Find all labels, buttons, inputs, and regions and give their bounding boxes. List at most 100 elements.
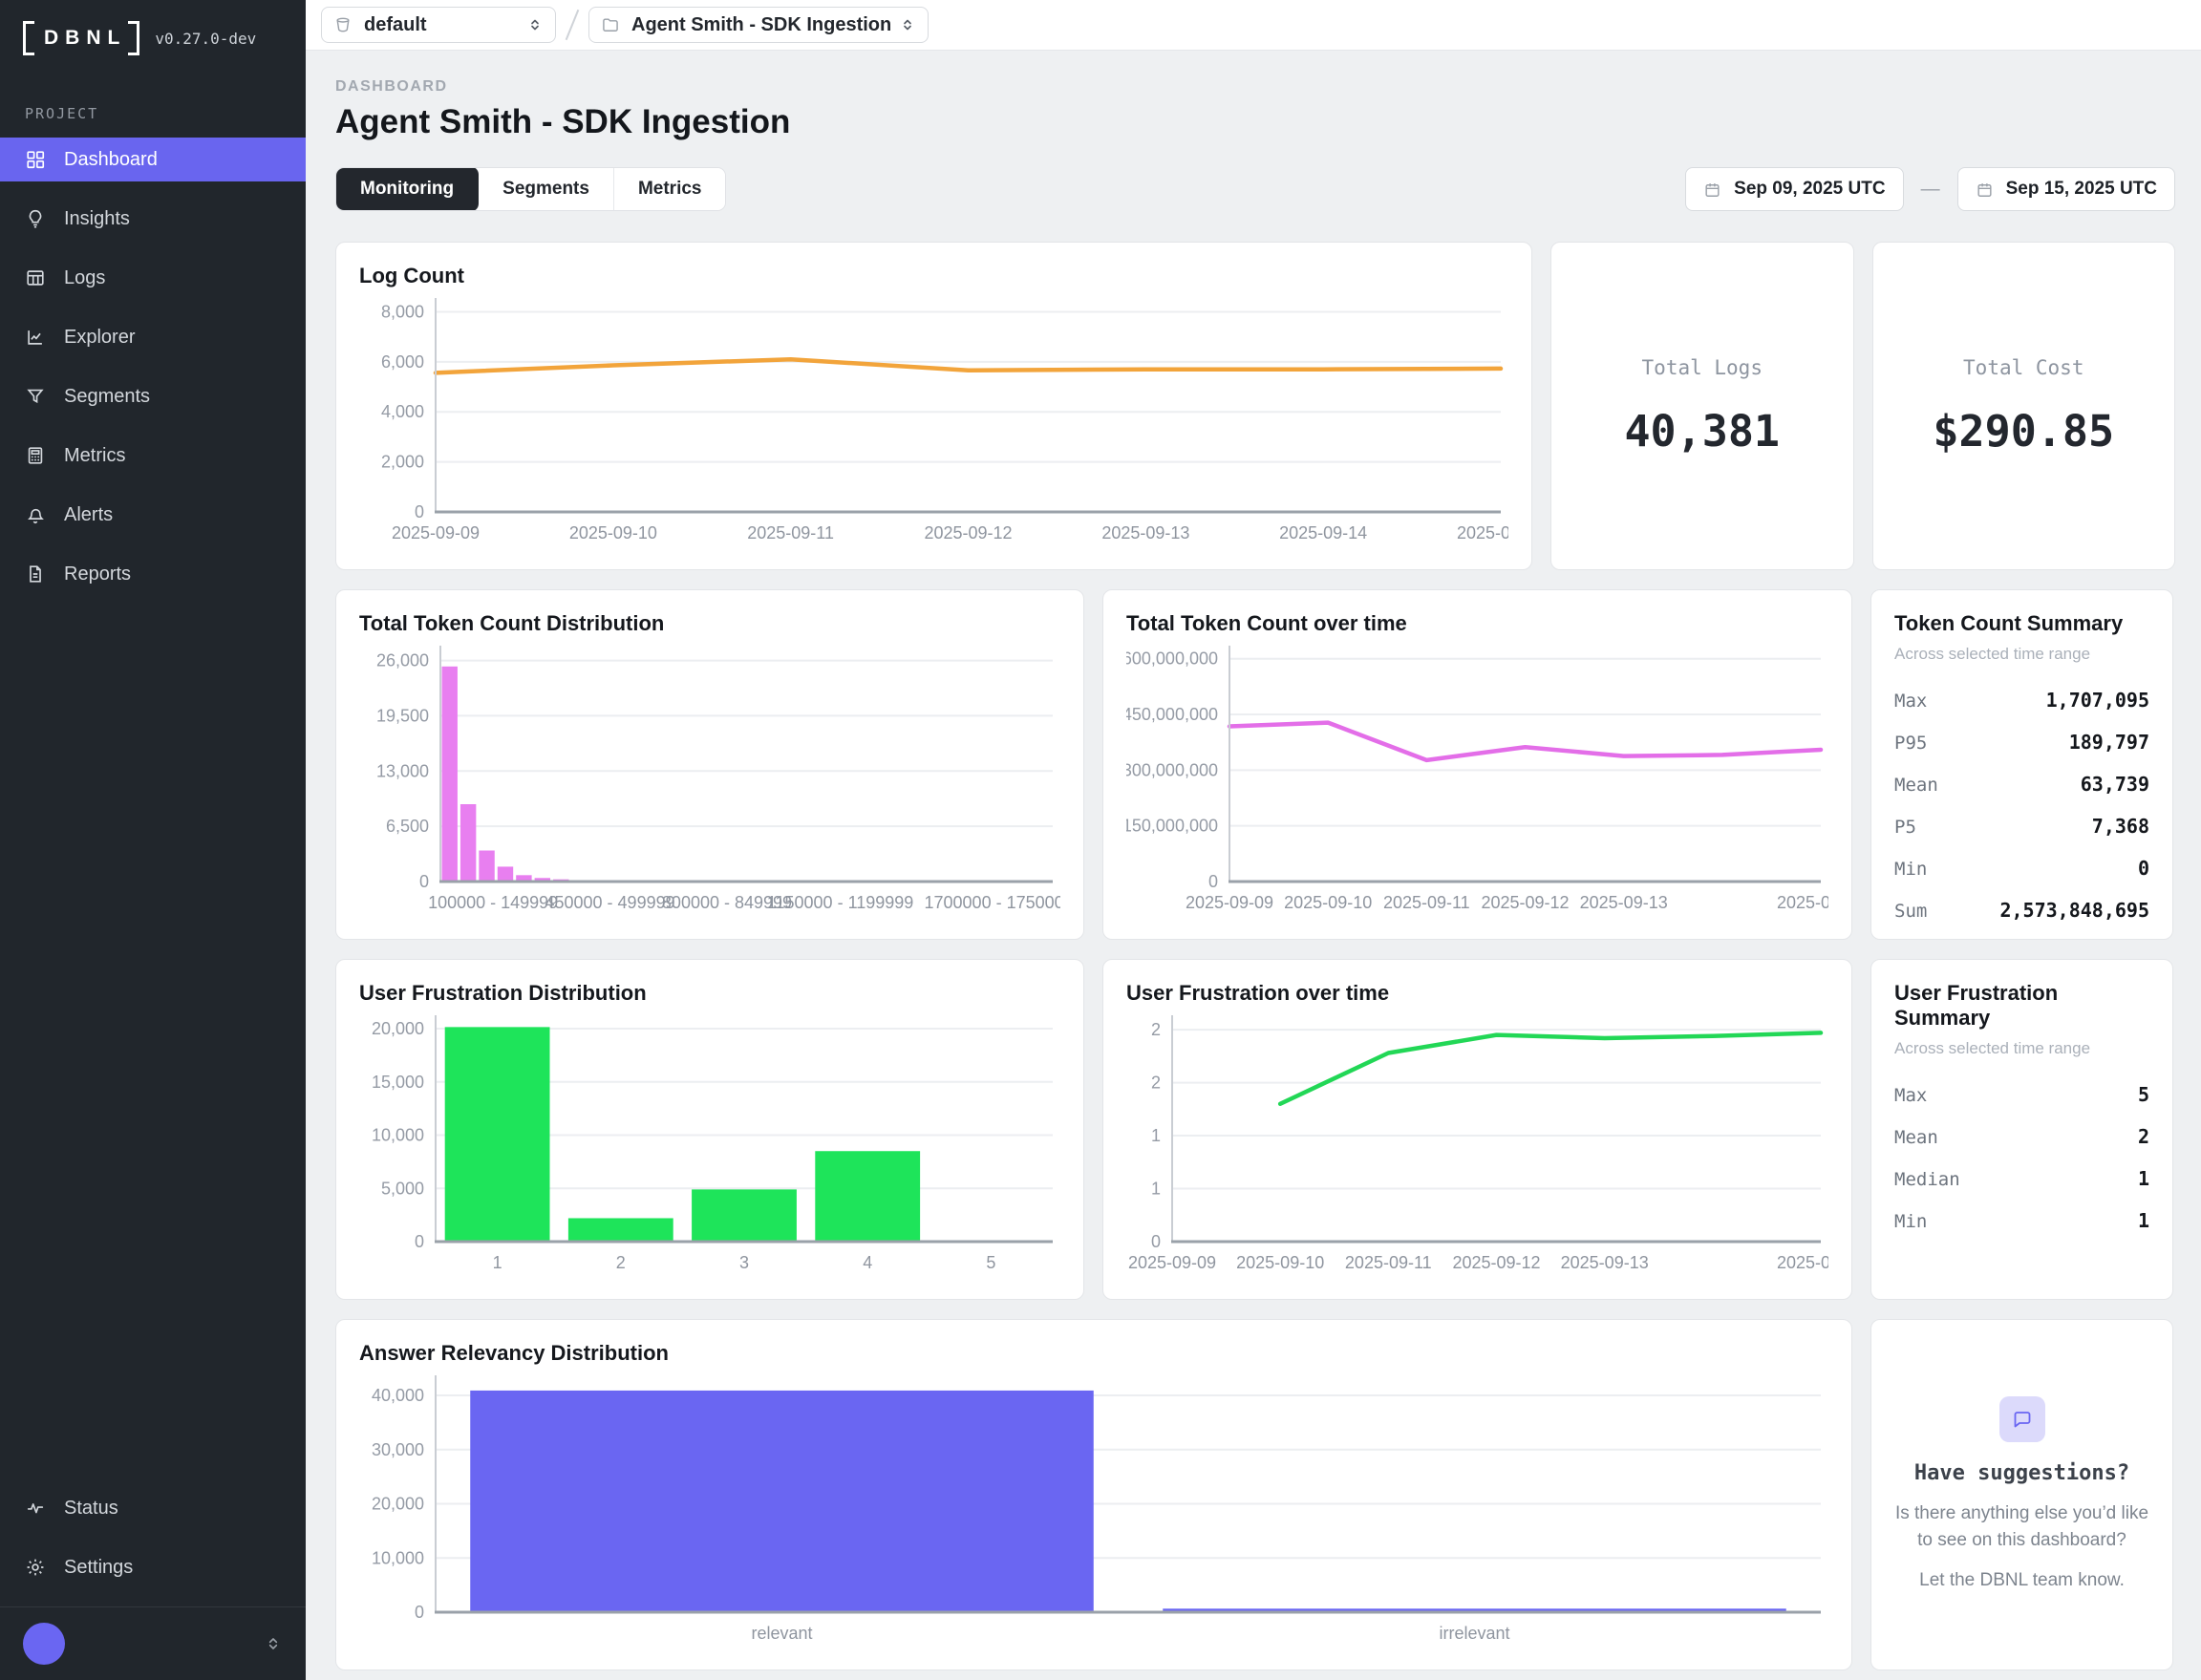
frustration-over-time-card: User Frustration over time 011222025-09-… [1102,959,1852,1300]
sidebar-item-label: Dashboard [64,149,158,171]
stat-value: 1 [2138,1209,2149,1232]
summary-subtitle: Across selected time range [1894,1039,2149,1058]
folder-icon [601,15,620,34]
sidebar-nav: Dashboard Insights Logs Explorer Segment… [0,138,306,611]
stat-value: 7,368 [2092,815,2149,838]
frustration-over-time-chart: 011222025-09-092025-09-102025-09-112025-… [1126,1010,1828,1283]
funnel-icon [25,386,46,407]
lightbulb-icon [25,208,46,229]
svg-text:2025-09-13: 2025-09-13 [1561,1253,1649,1272]
svg-text:0: 0 [415,1232,424,1251]
svg-text:2025-09-09: 2025-09-09 [392,523,480,542]
breadcrumb-slash [566,10,580,40]
sidebar-item-metrics[interactable]: Metrics [0,434,306,478]
svg-text:0: 0 [1151,1232,1161,1251]
dbnl-logo-icon: DBNL [23,21,139,55]
svg-text:1: 1 [1151,1126,1161,1145]
sidebar-item-label: Metrics [64,445,125,467]
app-logo[interactable]: DBNL v0.27.0-dev [0,0,306,65]
summary-row: Mean63,739 [1894,773,2149,796]
log-count-card: Log Count 02,0004,0006,0008,0002025-09-0… [335,242,1532,570]
sidebar-footer: Status Settings [0,1486,306,1680]
document-icon [25,564,46,585]
calculator-icon [25,445,46,466]
svg-text:3: 3 [739,1253,749,1272]
token-over-time-card: Total Token Count over time 0150,000,000… [1102,589,1852,940]
avatar[interactable] [23,1623,65,1665]
summary-row: P95189,797 [1894,731,2149,754]
svg-text:19,500: 19,500 [376,706,429,725]
svg-text:26,000: 26,000 [376,651,429,670]
summary-subtitle: Across selected time range [1894,645,2149,664]
tab-monitoring[interactable]: Monitoring [335,167,480,211]
logo-letters: DBNL [34,21,128,55]
stat-value: 40,381 [1624,406,1780,457]
stat-key: Max [1894,1085,1927,1106]
svg-text:8,000: 8,000 [381,302,424,321]
sidebar-item-alerts[interactable]: Alerts [0,493,306,537]
svg-text:1700000 - 1750000: 1700000 - 1750000 [925,893,1060,912]
sidebar-item-label: Settings [64,1557,133,1579]
date-to-value: Sep 15, 2025 UTC [2006,179,2157,200]
summary-row: Max 5 [1894,1083,2149,1106]
svg-text:2025-09-15: 2025-09-15 [1457,523,1508,542]
svg-text:2025-09-15: 2025-09-15 [1777,893,1828,912]
stat-key: Mean [1894,1127,1938,1148]
stat-key: Sum [1894,901,1927,922]
stat-key: Min [1894,1211,1927,1232]
sidebar-item-segments[interactable]: Segments [0,374,306,418]
suggestions-title: Have suggestions? [1914,1461,2129,1485]
suggestions-card: Have suggestions? Is there anything else… [1870,1319,2173,1670]
stat-key: Mean [1894,775,1938,796]
token-distribution-card: Total Token Count Distribution 06,50013,… [335,589,1084,940]
svg-text:450,000,000: 450,000,000 [1126,705,1218,724]
dashboard-select[interactable]: Agent Smith - SDK Ingestion [588,7,929,43]
user-menu[interactable] [0,1606,306,1680]
table-icon [25,267,46,288]
sidebar-item-insights[interactable]: Insights [0,197,306,241]
svg-text:2025-09-10: 2025-09-10 [1236,1253,1324,1272]
sidebar-item-explorer[interactable]: Explorer [0,315,306,359]
chart-title: User Frustration over time [1126,981,1828,1006]
chart-title: Answer Relevancy Distribution [359,1341,1828,1366]
stat-value: 2 [2138,1125,2149,1148]
project-select[interactable]: default [321,7,556,43]
sidebar-item-settings[interactable]: Settings [0,1545,306,1589]
chart-title: Total Token Count Distribution [359,611,1060,636]
sidebar-item-status[interactable]: Status [0,1486,306,1530]
date-to-input[interactable]: Sep 15, 2025 UTC [1957,167,2175,211]
tab-metrics[interactable]: Metrics [614,168,726,210]
svg-text:1: 1 [493,1253,502,1272]
summary-row: Max1,707,095 [1894,689,2149,712]
svg-text:1150000 - 1199999: 1150000 - 1199999 [767,893,913,912]
speech-bubble-icon [2011,1408,2034,1431]
sidebar-item-label: Explorer [64,327,135,349]
svg-text:2025-09-13: 2025-09-13 [1101,523,1189,542]
sidebar-item-logs[interactable]: Logs [0,256,306,300]
summary-row: Min0 [1894,857,2149,880]
svg-text:10,000: 10,000 [372,1126,424,1145]
stat-value: 5 [2138,1083,2149,1106]
tab-segments[interactable]: Segments [479,168,614,210]
stat-key: Min [1894,859,1927,880]
svg-text:450000 - 499999: 450000 - 499999 [545,893,674,912]
sidebar: DBNL v0.27.0-dev PROJECT Dashboard Insig… [0,0,306,1680]
log-count-chart: 02,0004,0006,0008,0002025-09-092025-09-1… [359,292,1508,553]
tabs: Monitoring Segments Metrics [335,167,726,211]
summary-row: Min 1 [1894,1209,2149,1232]
svg-text:1: 1 [1151,1180,1161,1199]
pulse-icon [25,1498,46,1519]
date-from-input[interactable]: Sep 09, 2025 UTC [1685,167,1903,211]
main-content: DASHBOARD Agent Smith - SDK Ingestion Mo… [306,51,2201,1680]
relevancy-distribution-chart: 010,00020,00030,00040,000relevantirrelev… [359,1370,1828,1653]
sidebar-item-reports[interactable]: Reports [0,552,306,596]
svg-text:4: 4 [863,1253,872,1272]
project-select-value: default [364,14,427,36]
frustration-distribution-chart: 05,00010,00015,00020,00012345 [359,1010,1060,1283]
sidebar-item-label: Reports [64,564,131,585]
summary-row: Sum2,573,848,695 [1894,899,2149,922]
sidebar-item-dashboard[interactable]: Dashboard [0,138,306,181]
chart-icon [25,327,46,348]
sidebar-item-label: Insights [64,208,130,230]
stat-value: 189,797 [2069,731,2149,754]
